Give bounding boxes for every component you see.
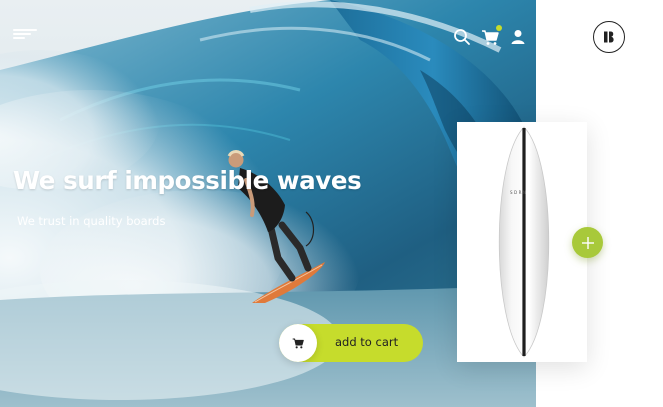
- user-icon[interactable]: [509, 28, 527, 46]
- header-icons: [453, 25, 527, 46]
- search-icon[interactable]: [453, 28, 471, 46]
- cart-icon[interactable]: [481, 25, 502, 46]
- hero-section: We surf impossible waves We trust in qua…: [0, 0, 536, 407]
- surfboard-image: SDRN: [498, 126, 550, 358]
- plus-icon: [581, 236, 594, 249]
- hero-background-image: [0, 0, 536, 407]
- menu-icon[interactable]: [13, 29, 37, 41]
- hero-subline: We trust in quality boards: [17, 214, 166, 228]
- product-card[interactable]: SDRN: [457, 122, 587, 362]
- add-to-cart-label: add to cart: [335, 335, 399, 349]
- board-brand-text: SDRN: [510, 190, 527, 195]
- add-product-button[interactable]: [572, 227, 603, 258]
- add-to-cart-button[interactable]: add to cart: [279, 324, 423, 362]
- brand-logo[interactable]: [593, 21, 625, 53]
- cart-icon: [279, 324, 317, 362]
- logo-icon: [604, 31, 614, 43]
- cart-badge: [496, 25, 502, 31]
- hero-headline: We surf impossible waves: [13, 166, 362, 195]
